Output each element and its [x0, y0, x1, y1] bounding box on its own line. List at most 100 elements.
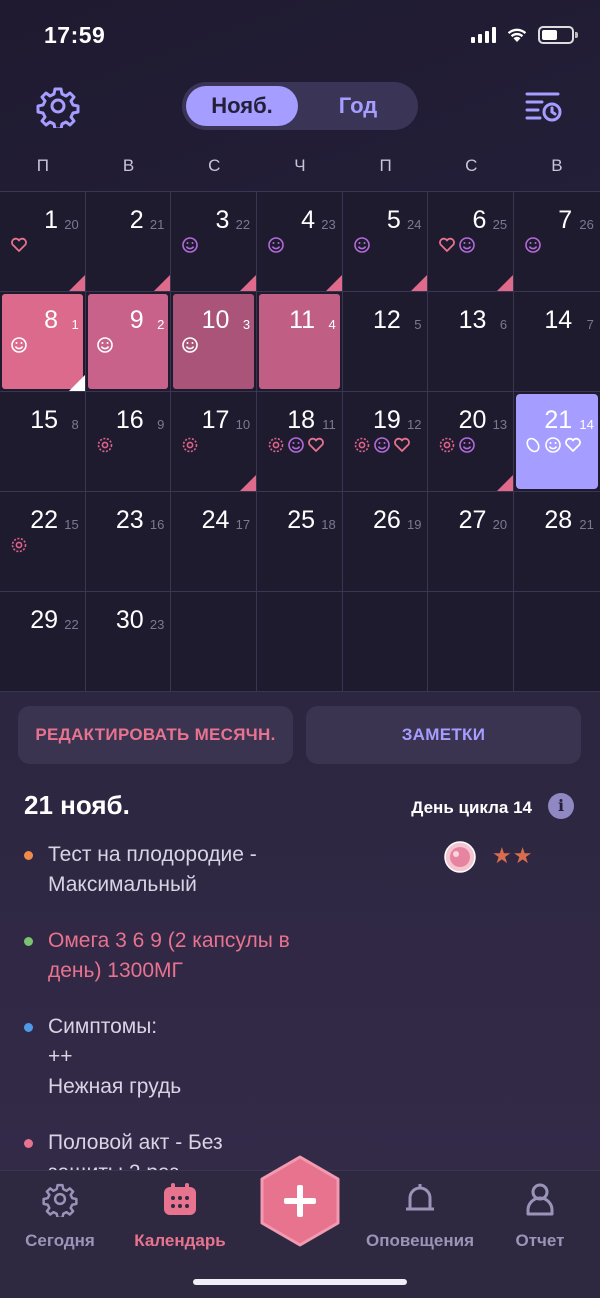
calendar-day-cell[interactable]: 81 [0, 292, 86, 391]
calendar-week-row: 1 20 2 21 3 22 4 23 5 24 6 25 7 26 [0, 192, 600, 292]
cycle-day-number: 25 [492, 217, 508, 232]
cycle-day-number: 6 [499, 317, 508, 332]
calendar-day-cell[interactable]: 6 25 [428, 192, 515, 291]
info-icon[interactable]: i [548, 793, 574, 819]
pill-icon [97, 437, 112, 453]
calendar-day-cell[interactable]: 15 8 [0, 392, 86, 491]
calendar-day-cell[interactable]: 30 23 [85, 592, 172, 691]
heart-icon [308, 437, 324, 452]
tab-today[interactable]: Сегодня [0, 1181, 120, 1251]
smile-icon [353, 237, 370, 253]
day-number: 28 [544, 506, 573, 534]
history-list-icon[interactable] [524, 86, 564, 126]
cycle-day-number: 16 [149, 517, 165, 532]
cycle-day-number: 20 [64, 217, 79, 232]
weekday-label: В [122, 156, 135, 175]
calendar-day-cell[interactable]: 7 26 [514, 192, 600, 291]
note-entry: Омега 3 6 9 (2 капсулы в день) 1300МГ [24, 926, 354, 986]
tab-label: Оповещения [366, 1231, 474, 1250]
weekday-label: Ч [294, 156, 306, 175]
entry-text: Омега 3 6 9 (2 капсулы в день) 1300МГ [48, 929, 290, 982]
calendar-day-cell[interactable]: 24 17 [171, 492, 258, 591]
day-number: 18 [287, 406, 316, 434]
day-icons [181, 436, 251, 454]
calendar-day-cell[interactable]: 16 9 [85, 392, 172, 491]
tab-calendar[interactable]: Календарь [120, 1181, 240, 1251]
heart-icon [11, 237, 27, 252]
day-number: 5 [386, 206, 401, 234]
calendar-day-cell[interactable]: 12 5 [342, 292, 429, 391]
smile-icon [96, 337, 113, 353]
add-entry-button[interactable] [258, 1155, 342, 1247]
calendar-day-cell[interactable]: 5 24 [342, 192, 429, 291]
calendar-day-cell[interactable]: 21 14 [514, 392, 600, 491]
cycle-day-number: 23 [149, 617, 165, 632]
calendar-day-cell[interactable]: 19 12 [342, 392, 429, 491]
calendar-day-cell[interactable]: 11 4 [257, 292, 343, 391]
cycle-day-number: 12 [406, 417, 422, 432]
cycle-day-number: 18 [321, 517, 336, 532]
calendar-day-cell[interactable]: 3 22 [171, 192, 258, 291]
calendar-day-cell[interactable]: 2 21 [85, 192, 172, 291]
cycle-day-number: 24 [406, 217, 422, 232]
calendar-day-cell[interactable]: 13 6 [428, 292, 515, 391]
day-number: 12 [372, 306, 401, 334]
calendar-day-cell[interactable]: 22 15 [0, 492, 86, 591]
smile-icon [525, 237, 541, 253]
note-corner-marker [411, 275, 428, 291]
calendar-day-cell[interactable]: 18 11 [257, 392, 343, 491]
entry-dot [24, 1023, 33, 1032]
tab-label: Отчет [515, 1231, 565, 1250]
pill-icon [354, 437, 370, 453]
segment-year[interactable]: Год [302, 86, 414, 126]
wifi-icon [507, 28, 527, 42]
calendar-day-cell[interactable]: 28 21 [514, 492, 600, 591]
calendar-day-cell[interactable]: 14 7 [514, 292, 600, 391]
day-icons [96, 436, 166, 454]
note-corner-marker [240, 275, 257, 291]
calendar-day-cell[interactable]: 26 19 [342, 492, 429, 591]
day-icons [181, 236, 251, 254]
smile-icon [459, 237, 476, 253]
day-number: 6 [472, 206, 487, 234]
tab-report[interactable]: Отчет [480, 1181, 600, 1251]
segment-month[interactable]: Нояб. [186, 86, 298, 126]
day-icons [524, 236, 594, 254]
cycle-day-number: 23 [321, 217, 336, 232]
cycle-day-number: 11 [322, 417, 336, 432]
day-icons [267, 436, 337, 454]
cycle-day-number: 9 [157, 417, 165, 432]
calendar-day-cell[interactable]: 92 [85, 292, 172, 391]
drop-icon [526, 437, 540, 453]
weekday-label: В [551, 156, 563, 175]
calendar-day-cell[interactable]: 1 20 [0, 192, 86, 291]
notes-button[interactable]: ЗАМЕТКИ [306, 706, 581, 764]
calendar-day-cell[interactable]: 17 10 [171, 392, 258, 491]
note-corner-marker [240, 475, 257, 491]
day-number: 17 [201, 406, 230, 434]
bottom-tab-bar: Сегодня Календарь Оповещения Отчет [0, 1155, 600, 1298]
calendar-day-cell[interactable]: 27 20 [428, 492, 515, 591]
day-icons [181, 336, 251, 354]
calendar-day-cell[interactable]: 25 18 [257, 492, 343, 591]
edit-period-button[interactable]: РЕДАКТИРОВАТЬ МЕСЯЧН. [18, 706, 293, 764]
settings-gear-icon[interactable] [36, 84, 80, 128]
smile-icon [268, 237, 284, 253]
smile-icon [288, 437, 304, 453]
calendar-day-cell[interactable]: 10 3 [171, 292, 258, 391]
calendar-day-cell[interactable]: 23 16 [85, 492, 172, 591]
day-icons [10, 536, 80, 554]
cycle-day-number: 21 [149, 217, 165, 232]
tab-label: Календарь [134, 1231, 226, 1250]
heart-icon [565, 437, 582, 452]
smile-icon [182, 337, 199, 353]
gear-icon [42, 1183, 78, 1217]
smile-icon [373, 437, 390, 453]
day-number: 8 [44, 306, 58, 334]
weekday-label: П [36, 156, 49, 175]
calendar-day-cell[interactable]: 29 22 [0, 592, 86, 691]
calendar-day-cell[interactable]: 20 13 [428, 392, 515, 491]
tab-notifications[interactable]: Оповещения [360, 1181, 480, 1251]
battery-icon [538, 26, 578, 44]
calendar-day-cell[interactable]: 4 23 [257, 192, 343, 291]
